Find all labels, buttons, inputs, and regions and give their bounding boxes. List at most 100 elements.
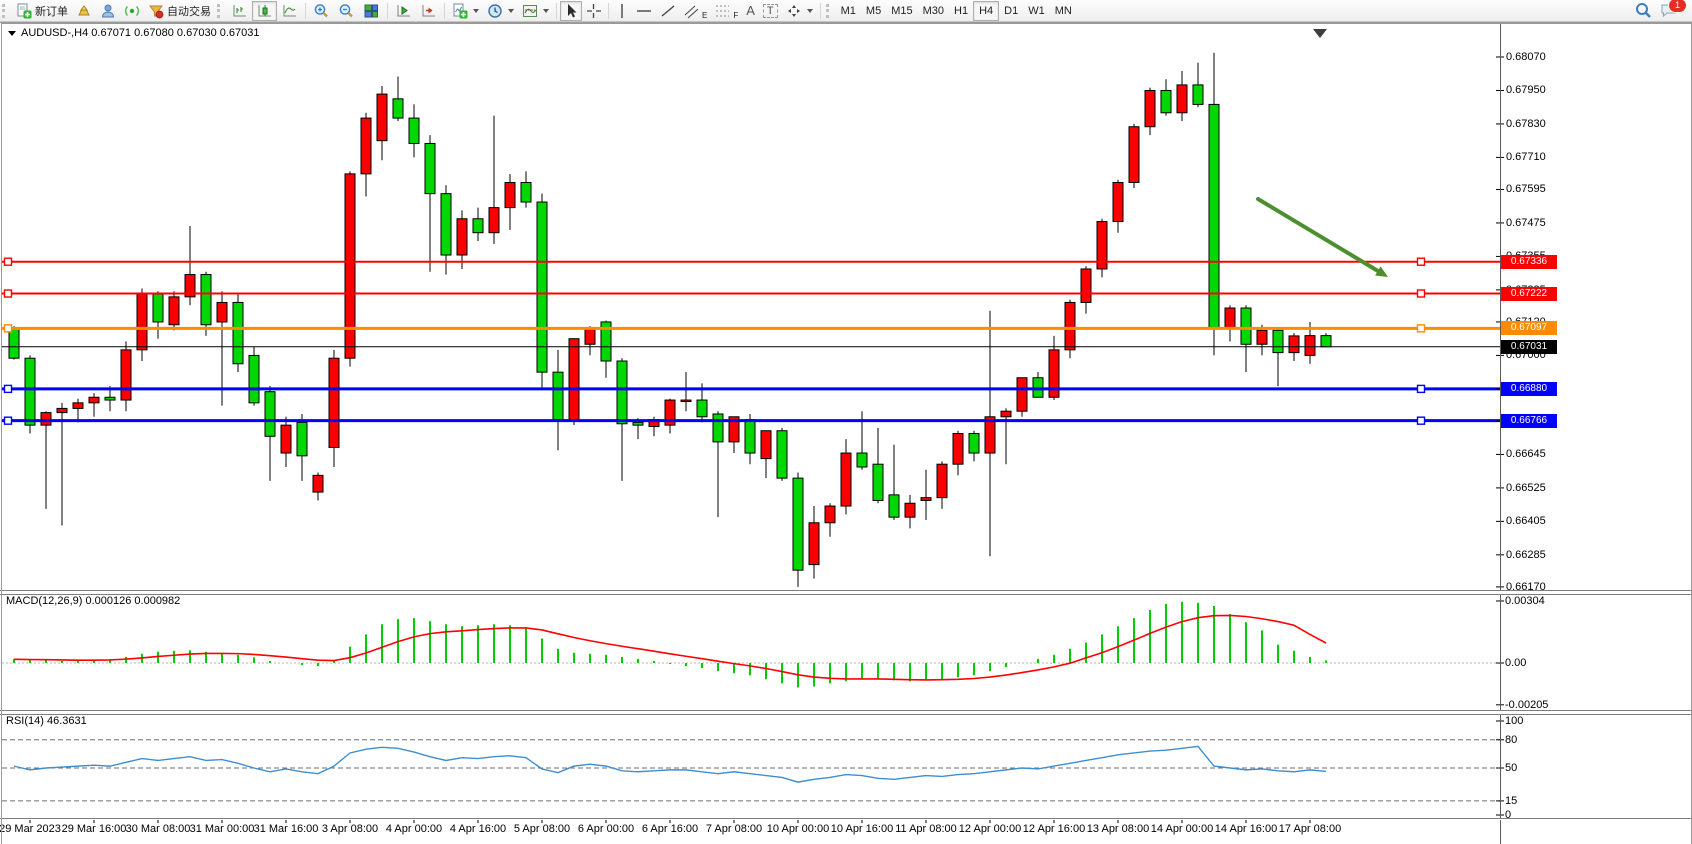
indicators-icon <box>452 3 468 19</box>
clock-icon <box>487 3 503 19</box>
candle-body <box>937 464 947 497</box>
timeframe-mn-button[interactable]: MN <box>1050 2 1077 20</box>
cursor-tool-button[interactable] <box>560 1 582 21</box>
candle-body <box>1273 330 1283 352</box>
price-tick-label: 0.66405 <box>1506 515 1546 527</box>
templates-button[interactable] <box>518 1 553 21</box>
candle-body <box>457 219 467 255</box>
symbol-header[interactable]: AUDUSD-,H4 0.67071 0.67080 0.67030 0.670… <box>8 27 260 39</box>
zoom-in-button[interactable] <box>309 1 334 21</box>
notifications-button[interactable]: 1 <box>1656 1 1682 21</box>
tile-windows-button[interactable] <box>359 1 384 21</box>
periods-button[interactable] <box>483 1 518 21</box>
hline-handle[interactable] <box>5 417 12 424</box>
candle-body <box>521 183 531 203</box>
price-tick-label: 0.68070 <box>1506 51 1546 63</box>
pane-separator-rsi[interactable] <box>0 710 1692 715</box>
chart-canvas[interactable] <box>0 23 1692 844</box>
shapes-dropdown-icon[interactable] <box>807 9 813 13</box>
label-tool-button[interactable]: T <box>759 1 782 21</box>
hline-handle[interactable] <box>1418 417 1425 424</box>
fibonacci-icon <box>715 3 730 19</box>
search-button[interactable] <box>1630 1 1656 21</box>
symbol-dropdown-icon[interactable] <box>8 31 16 36</box>
candle-body <box>873 464 883 500</box>
timeframe-m5-button[interactable]: M5 <box>861 2 886 20</box>
text-tool-button[interactable]: A <box>742 1 759 21</box>
candle-body <box>889 495 899 517</box>
crosshair-tool-button[interactable] <box>582 1 605 21</box>
autotrade-icon <box>148 3 164 19</box>
notification-badge[interactable]: 1 <box>1668 0 1687 13</box>
indicators-button[interactable] <box>448 1 483 21</box>
templates-dropdown-icon[interactable] <box>543 9 549 13</box>
candle-body <box>297 422 307 455</box>
candle-body <box>1065 302 1075 349</box>
fibonacci-tool-button[interactable]: F <box>711 1 742 21</box>
hline-handle[interactable] <box>5 258 12 265</box>
macd-tick-label: 0.00 <box>1505 657 1526 669</box>
new-order-button[interactable]: 新订单 <box>12 1 72 21</box>
price-axis-separator <box>1500 23 1501 844</box>
community-button[interactable] <box>96 1 120 21</box>
hline-price-tag[interactable]: 0.66766 <box>1501 414 1557 428</box>
timeframe-m30-button[interactable]: M30 <box>918 2 949 20</box>
timeframe-d1-button[interactable]: D1 <box>999 2 1023 20</box>
indicators-dropdown-icon[interactable] <box>473 9 479 13</box>
crosshair-icon <box>586 3 601 19</box>
periods-dropdown-icon[interactable] <box>508 9 514 13</box>
time-axis-separator <box>0 818 1692 820</box>
candle-body <box>73 403 83 409</box>
market-watch-button[interactable] <box>72 1 96 21</box>
candle-body <box>617 361 627 424</box>
shapes-arrows-icon <box>786 3 802 19</box>
candle-body <box>41 413 51 426</box>
autotrade-button[interactable]: 自动交易 <box>144 1 215 21</box>
hline-price-tag[interactable]: 0.67097 <box>1501 321 1557 335</box>
bid-price-tag[interactable]: 0.67031 <box>1501 340 1557 354</box>
chart-shift-button[interactable] <box>416 1 441 21</box>
signal-icon <box>124 3 140 19</box>
timeframe-m1-button[interactable]: M1 <box>836 2 861 20</box>
candle-body <box>57 408 67 412</box>
shapes-tool-button[interactable] <box>782 1 817 21</box>
timeframe-h1-button[interactable]: H1 <box>949 2 973 20</box>
trendline-tool-button[interactable] <box>656 1 680 21</box>
candlestick-mode-button[interactable] <box>252 1 277 21</box>
candle-body <box>345 174 355 358</box>
vertical-line-tool-button[interactable] <box>612 1 632 21</box>
zoom-out-button[interactable] <box>334 1 359 21</box>
candle-body <box>217 302 227 322</box>
hline-handle[interactable] <box>5 325 12 332</box>
timeframe-w1-button[interactable]: W1 <box>1023 2 1050 20</box>
horizontal-line-tool-button[interactable] <box>632 1 656 21</box>
hline-handle[interactable] <box>1418 325 1425 332</box>
toolbar-grip[interactable] <box>2 4 10 18</box>
hline-handle[interactable] <box>1418 290 1425 297</box>
pane-separator-macd[interactable] <box>0 590 1692 595</box>
hline-price-tag[interactable]: 0.67222 <box>1501 287 1557 301</box>
chart-shift-marker-icon[interactable] <box>1313 29 1327 38</box>
timeframe-m15-button[interactable]: M15 <box>886 2 917 20</box>
hline-handle[interactable] <box>1418 385 1425 392</box>
line-chart-mode-button[interactable] <box>277 1 302 21</box>
hline-price-tag[interactable]: 0.66880 <box>1501 382 1557 396</box>
candle-body <box>473 219 483 233</box>
hline-handle[interactable] <box>5 290 12 297</box>
toolbar-separator <box>305 3 306 19</box>
rsi-pane <box>2 740 1500 801</box>
timeframe-h4-button[interactable]: H4 <box>973 1 999 21</box>
symbol-ohlc-text: AUDUSD-,H4 0.67071 0.67080 0.67030 0.670… <box>21 27 260 39</box>
macd-indicator-label: MACD(12,26,9) 0.000126 0.000982 <box>6 595 180 607</box>
hline-handle[interactable] <box>5 385 12 392</box>
hline-price-tag[interactable]: 0.67336 <box>1501 255 1557 269</box>
signal-button[interactable] <box>120 1 144 21</box>
auto-scroll-button[interactable] <box>391 1 416 21</box>
channel-tool-button[interactable]: E <box>680 1 711 21</box>
bar-chart-mode-button[interactable] <box>227 1 252 21</box>
candle-body <box>377 94 387 141</box>
hline-handle[interactable] <box>1418 258 1425 265</box>
toolbar-grip[interactable] <box>826 4 834 18</box>
candle-body <box>569 339 579 420</box>
toolbar-grip[interactable] <box>217 4 225 18</box>
